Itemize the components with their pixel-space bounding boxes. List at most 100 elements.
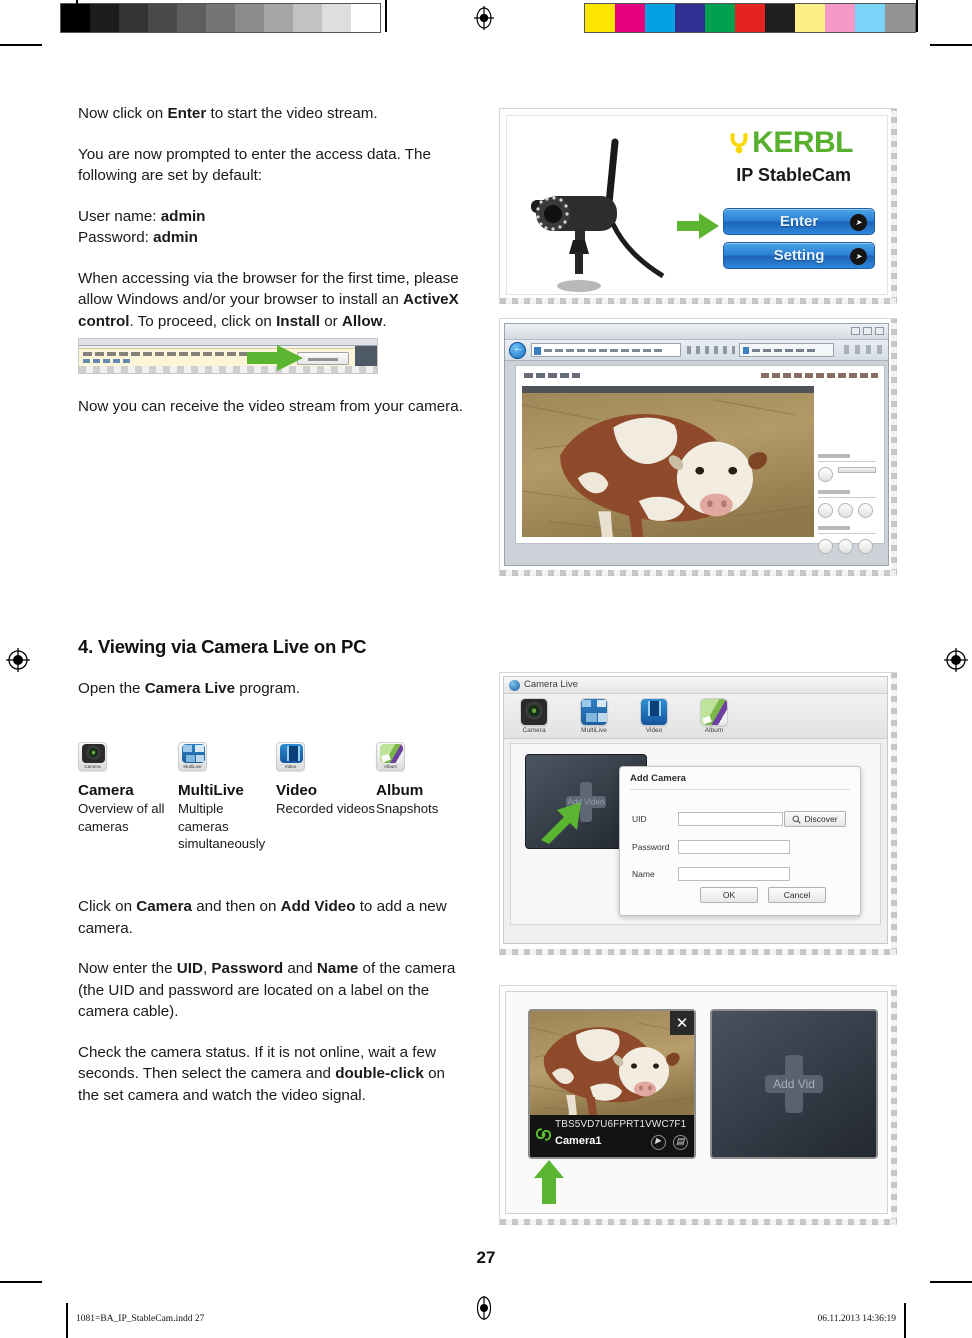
back-button-icon[interactable] <box>509 342 526 359</box>
name-input[interactable] <box>678 866 790 881</box>
manual-page: Now click on Enter to start the video st… <box>0 0 972 1338</box>
text-run: Click on <box>78 898 137 915</box>
camera-controls[interactable] <box>651 1135 688 1150</box>
name-label: Name <box>632 868 655 879</box>
setting-button[interactable]: Setting <box>723 242 875 269</box>
feature-desc-video: Video Recorded videos <box>276 771 376 853</box>
color-swatch-5 <box>735 4 765 32</box>
app-toolbar: Camera MultiLive Video Album <box>504 694 887 739</box>
feature-title: Album <box>376 782 424 799</box>
film-glyph <box>641 699 667 725</box>
toolbar-video[interactable]: Video <box>632 698 676 734</box>
browser-toolbar-icons[interactable] <box>844 345 884 354</box>
view-label <box>818 526 850 530</box>
record-icon[interactable] <box>818 503 833 518</box>
view-row[interactable] <box>818 539 880 554</box>
feature-cell-camera: Camera <box>78 742 178 771</box>
zoom-out-icon[interactable] <box>838 539 853 554</box>
bold-camera-live: Camera Live <box>144 680 236 697</box>
speaker-row[interactable] <box>818 467 880 482</box>
feature-cell-video: Video <box>276 742 376 771</box>
feature-desc-album: Album Snapshots <box>376 771 476 853</box>
play-icon[interactable] <box>651 1135 666 1150</box>
icon-caption: Camera <box>84 764 101 769</box>
green-arrow-icon <box>677 213 719 239</box>
uid-input[interactable] <box>678 811 783 826</box>
install-button[interactable] <box>297 351 349 365</box>
kerbl-logo: KERBL <box>728 126 853 160</box>
figure-deckle-bottom <box>500 298 896 304</box>
uid-label: UID <box>632 813 647 824</box>
kerbl-wordmark: KERBL <box>752 126 853 159</box>
zoom-in-icon[interactable] <box>818 539 833 554</box>
figure-kerbl-splash: KERBL IP StableCam Enter Setting <box>499 108 897 304</box>
figure-deckle-right <box>891 319 897 575</box>
browser-tab[interactable] <box>739 343 834 357</box>
browser-content <box>515 365 885 554</box>
speaker-label <box>818 454 850 458</box>
album-icon: Album <box>376 742 405 771</box>
registration-mark-top <box>474 6 494 30</box>
live-video-area <box>522 386 814 537</box>
cancel-button[interactable]: Cancel <box>768 887 826 903</box>
arrow-circle-icon <box>850 214 867 231</box>
green-arrow-icon <box>541 802 581 844</box>
add-video-label: Add Vid <box>773 1077 815 1091</box>
footer-rule-right <box>904 1303 906 1338</box>
enter-button[interactable]: Enter <box>723 208 875 235</box>
feature-icons-row: Camera MultiLive Video Album <box>78 742 478 771</box>
maximize-icon[interactable] <box>863 327 872 335</box>
registration-mark-left <box>6 648 30 672</box>
close-icon[interactable] <box>875 327 884 335</box>
feature-cell-multilive: MultiLive <box>178 742 276 771</box>
toolbar-label: Album <box>704 727 724 734</box>
speaker-icon[interactable] <box>818 467 833 482</box>
toolbar-multilive[interactable]: MultiLive <box>572 698 616 734</box>
save-icon[interactable] <box>858 503 873 518</box>
username-label: User name: <box>78 207 161 225</box>
figure-deckle-bottom <box>500 949 896 955</box>
toolbar-album[interactable]: Album <box>692 698 736 734</box>
volume-slider[interactable] <box>838 467 876 473</box>
dialog-divider <box>630 789 850 790</box>
discover-button[interactable]: Discover <box>784 811 846 827</box>
address-bar[interactable] <box>531 343 681 357</box>
capture-row[interactable] <box>818 503 880 518</box>
grayscale-swatch-9 <box>322 4 351 32</box>
figure-camera-list: ✕ TBS5VD7U6FPRT1VWC7F1 Camera1 ▶ ▤ Add V… <box>499 985 897 1225</box>
window-controls[interactable] <box>851 327 884 335</box>
camera-name: Camera1 <box>555 1135 602 1147</box>
color-swatch-4 <box>705 4 735 32</box>
fullscreen-icon[interactable] <box>858 539 873 554</box>
arrow-circle-icon <box>850 248 867 265</box>
grid-glyph <box>182 744 205 763</box>
page-nav-links[interactable] <box>761 373 878 378</box>
toolbar-camera[interactable]: Camera <box>512 698 556 734</box>
settings-icon[interactable] <box>673 1135 688 1150</box>
green-arrow-icon <box>247 344 303 371</box>
color-swatch-6 <box>765 4 795 32</box>
figure-deckle-right <box>891 986 897 1224</box>
app-titlebar: Camera Live <box>504 677 887 694</box>
ok-button[interactable]: OK <box>700 887 758 903</box>
text-run: . To proceed, click on <box>129 313 277 331</box>
feature-desc-multilive: MultiLive Multiple cameras simultaneousl… <box>178 771 276 853</box>
feature-description: Recorded videos <box>276 801 375 816</box>
camera-card[interactable]: ✕ TBS5VD7U6FPRT1VWC7F1 Camera1 <box>528 1009 696 1159</box>
navbar-tool-icons[interactable] <box>687 346 735 354</box>
address-text <box>544 349 664 352</box>
figure-deckle-bottom <box>500 1219 896 1225</box>
divider <box>818 461 876 462</box>
text-run: When accessing via the browser for the f… <box>78 269 459 309</box>
password-input[interactable] <box>678 839 790 854</box>
color-calibration-bar <box>584 3 916 33</box>
password-label: Password: <box>78 229 154 247</box>
discover-label: Discover <box>804 814 838 824</box>
add-video-tile[interactable]: Add Vid <box>710 1009 878 1159</box>
text-run: . <box>382 313 387 331</box>
video-icon: Video <box>276 742 305 771</box>
bold-install: Install <box>276 313 320 331</box>
close-icon[interactable]: ✕ <box>670 1011 694 1035</box>
snapshot-icon[interactable] <box>838 503 853 518</box>
minimize-icon[interactable] <box>851 327 860 335</box>
